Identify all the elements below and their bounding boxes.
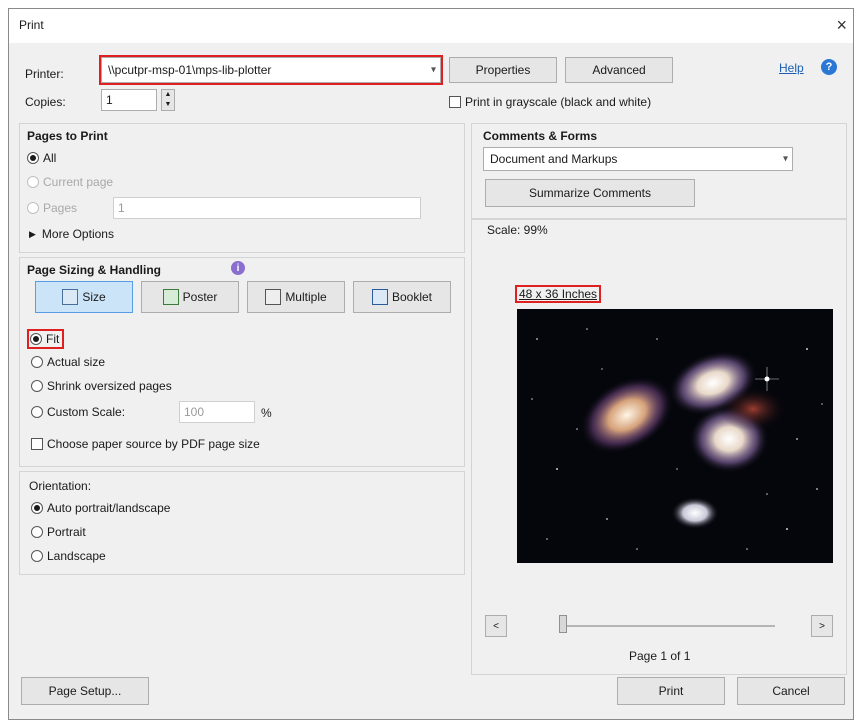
copies-value: 1 [106,93,113,107]
radio-fit-label: Fit [46,332,60,346]
radio-shrink[interactable]: Shrink oversized pages [31,379,172,393]
page-status: Page 1 of 1 [629,649,691,663]
grayscale-checkbox-box[interactable] [449,96,461,108]
title-bar: Print × [9,9,853,43]
radio-pages-dot[interactable] [27,202,39,214]
next-page-button[interactable]: > [811,615,833,637]
poster-mode-label: Poster [182,290,218,304]
properties-button[interactable]: Properties [449,57,557,83]
custom-scale-value: 100 [184,405,205,419]
orientation-heading: Orientation: [29,479,92,493]
help-icon[interactable]: ? [821,59,837,75]
copies-label: Copies: [25,95,66,109]
size-icon [62,289,79,305]
radio-auto-orientation-dot[interactable] [31,502,43,514]
multiple-mode-label: Multiple [285,290,327,304]
radio-auto-orientation[interactable]: Auto portrait/landscape [31,501,170,515]
printer-label: Printer: [25,67,64,81]
comments-forms-heading: Comments & Forms [483,129,598,143]
booklet-icon [371,289,388,305]
comments-forms-value: Document and Markups [490,152,618,166]
radio-all-label: All [43,151,57,165]
copies-input[interactable]: 1 [101,89,157,111]
more-options-label: More Options [41,227,114,241]
radio-portrait[interactable]: Portrait [31,525,86,539]
page-slider-thumb[interactable] [559,615,567,633]
radio-landscape[interactable]: Landscape [31,549,106,563]
pages-to-print-heading: Pages to Print [27,129,108,143]
info-icon[interactable]: i [231,261,245,275]
radio-custom-scale[interactable]: Custom Scale: [31,405,125,419]
percent-label: % [261,406,272,420]
radio-landscape-label: Landscape [47,549,106,563]
previous-page-button[interactable]: < [485,615,507,637]
close-icon[interactable]: × [836,15,847,36]
paper-source-checkbox-box[interactable] [31,438,43,450]
comments-forms-select[interactable]: Document and Markups ▾ [483,147,793,171]
paper-source-label: Choose paper source by PDF page size [47,437,260,451]
page-slider-track[interactable] [565,625,775,627]
page-setup-button[interactable]: Page Setup... [21,677,149,705]
paper-size-label: 48 x 36 Inches [514,285,602,303]
grayscale-checkbox[interactable]: Print in grayscale (black and white) [449,95,651,109]
more-options-toggle[interactable]: ▶ More Options [29,227,114,241]
advanced-button[interactable]: Advanced [565,57,673,83]
radio-fit[interactable]: Fit [26,329,65,349]
booklet-mode-label: Booklet [391,290,433,304]
radio-actual-size[interactable]: Actual size [31,355,105,369]
page-sizing-heading: Page Sizing & Handling [27,263,162,277]
pages-range-value: 1 [118,201,125,215]
copies-stepper[interactable]: ▲ ▼ [161,89,175,111]
booklet-mode-button[interactable]: Booklet [353,281,451,313]
poster-mode-button[interactable]: Poster [141,281,239,313]
poster-icon [162,289,179,305]
cancel-button[interactable]: Cancel [737,677,845,705]
radio-actual-size-dot[interactable] [31,356,43,368]
size-mode-label: Size [82,290,106,304]
triangle-right-icon: ▶ [29,228,36,239]
radio-shrink-dot[interactable] [31,380,43,392]
radio-current-page[interactable]: Current page [27,175,113,189]
print-preview-image [517,309,833,563]
pages-range-input[interactable]: 1 [113,197,421,219]
multiple-mode-button[interactable]: Multiple [247,281,345,313]
print-button[interactable]: Print [617,677,725,705]
radio-pages-label: Pages [43,201,78,215]
paper-source-checkbox[interactable]: Choose paper source by PDF page size [31,437,260,451]
galaxy-image [531,328,823,550]
help-link[interactable]: Help [779,61,804,75]
radio-all[interactable]: All [27,151,56,165]
scale-readout: Scale: 99% [487,223,548,237]
radio-landscape-dot[interactable] [31,550,43,562]
printer-select-value: \\pcutpr-msp-01\mps-lib-plotter [108,63,272,77]
summarize-comments-button[interactable]: Summarize Comments [485,179,695,207]
size-mode-button[interactable]: Size [35,281,133,313]
radio-current-page-dot[interactable] [27,176,39,188]
radio-custom-scale-label: Custom Scale: [47,405,126,419]
print-dialog: Print × Printer: \\pcutpr-msp-01\mps-lib… [8,8,854,720]
multiple-pages-icon [265,289,282,305]
radio-pages[interactable]: Pages [27,201,77,215]
radio-shrink-label: Shrink oversized pages [47,379,172,393]
radio-actual-size-label: Actual size [47,355,106,369]
chevron-down-icon: ▾ [782,153,788,165]
radio-all-dot[interactable] [27,152,39,164]
radio-portrait-dot[interactable] [31,526,43,538]
custom-scale-input[interactable]: 100 [179,401,255,423]
chevron-down-icon: ▾ [430,64,436,76]
printer-select[interactable]: \\pcutpr-msp-01\mps-lib-plotter ▾ [99,55,443,85]
radio-portrait-label: Portrait [47,525,86,539]
dialog-title: Print [19,18,44,32]
radio-fit-dot[interactable] [30,333,42,345]
radio-auto-orientation-label: Auto portrait/landscape [47,501,171,515]
radio-current-page-label: Current page [43,175,114,189]
radio-custom-scale-dot[interactable] [31,406,43,418]
grayscale-label: Print in grayscale (black and white) [465,95,652,109]
